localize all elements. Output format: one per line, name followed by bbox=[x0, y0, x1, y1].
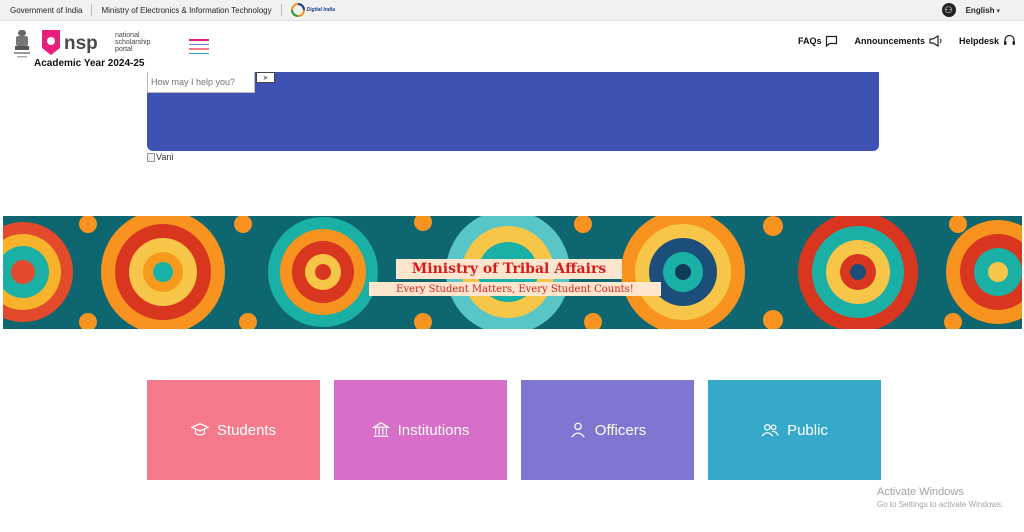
institutions-label: Institutions bbox=[397, 421, 470, 439]
users-icon bbox=[761, 423, 779, 437]
mandala-6 bbox=[798, 216, 918, 329]
watermark-line-2: Go to Settings to activate Windows. bbox=[877, 500, 1004, 509]
faqs-label: FAQs bbox=[797, 35, 822, 46]
digital-india-label: Digital India bbox=[306, 6, 335, 13]
site-header: nsp national scholarship portal Academic… bbox=[0, 22, 1024, 72]
activate-windows-watermark: Activate Windows Go to Settings to activ… bbox=[877, 486, 1003, 509]
svg-text:portal: portal bbox=[115, 46, 133, 53]
institutions-tile[interactable]: Institutions bbox=[334, 380, 507, 480]
send-icon: ➤ bbox=[262, 74, 269, 82]
send-button[interactable]: ➤ bbox=[256, 72, 275, 83]
digital-india-logo[interactable]: Digital India bbox=[290, 3, 335, 17]
mandala-2 bbox=[101, 216, 225, 329]
officers-label: Officers bbox=[594, 421, 647, 439]
hamburger-menu-icon[interactable] bbox=[189, 39, 209, 55]
chat-bubble-icon bbox=[826, 35, 838, 47]
helpdesk-label: Helpdesk bbox=[958, 35, 999, 46]
svg-text:national: national bbox=[115, 32, 140, 39]
divider bbox=[280, 4, 282, 16]
svg-text:nsp: nsp bbox=[64, 33, 98, 54]
headset-icon bbox=[1004, 34, 1015, 45]
students-tile[interactable]: Students bbox=[147, 380, 320, 480]
meity-link[interactable]: Ministry of Electronics & Information Te… bbox=[101, 6, 271, 15]
language-label: English bbox=[965, 5, 995, 15]
nsp-logo[interactable]: nsp national scholarship portal bbox=[40, 28, 160, 60]
faqs-link[interactable]: FAQs bbox=[798, 35, 839, 47]
mandala-5 bbox=[621, 216, 745, 329]
announcements-label: Announcements bbox=[854, 35, 925, 46]
students-label: Students bbox=[216, 421, 277, 439]
public-label: Public bbox=[787, 421, 828, 439]
public-tile[interactable]: Public bbox=[708, 380, 881, 480]
academic-year-label: Academic Year 2024-25 bbox=[34, 58, 145, 69]
digital-india-icon bbox=[290, 3, 305, 17]
officers-tile[interactable]: Officers bbox=[521, 380, 694, 480]
announcements-link[interactable]: Announcements bbox=[854, 34, 943, 47]
login-tiles: Students Institutions Officers Public bbox=[147, 380, 881, 480]
divider bbox=[91, 4, 93, 16]
watermark-line-1: Activate Windows bbox=[877, 486, 964, 498]
top-gov-bar: Government of India Ministry of Electron… bbox=[0, 0, 1024, 21]
vani-alt-text: Vani bbox=[156, 152, 174, 162]
vani-image: Vani bbox=[147, 152, 173, 162]
gov-of-india-link[interactable]: Government of India bbox=[10, 6, 82, 15]
institution-icon bbox=[371, 422, 390, 437]
topbar-right: ⚇ English ▾ bbox=[941, 3, 1000, 17]
mandala-3 bbox=[268, 217, 378, 327]
user-icon bbox=[570, 422, 585, 438]
header-nav: FAQs Announcements Helpdesk bbox=[798, 34, 1016, 47]
broken-image-icon bbox=[147, 152, 155, 162]
chevron-down-icon: ▾ bbox=[996, 7, 1000, 15]
helpdesk-link[interactable]: Helpdesk bbox=[959, 34, 1016, 47]
accessibility-icon[interactable]: ⚇ bbox=[941, 3, 956, 17]
chatbot-panel bbox=[147, 72, 879, 151]
language-select[interactable]: English ▾ bbox=[966, 6, 1000, 15]
graduation-cap-icon bbox=[190, 423, 209, 436]
banner-subtitle: Every Student Matters, Every Student Cou… bbox=[369, 282, 661, 296]
national-emblem-icon bbox=[14, 30, 30, 58]
svg-text:scholarship: scholarship bbox=[115, 39, 151, 46]
ministry-banner[interactable]: Ministry of Tribal Affairs Every Student… bbox=[3, 216, 1022, 329]
chatbot-input[interactable] bbox=[147, 72, 255, 93]
banner-title: Ministry of Tribal Affairs bbox=[396, 259, 622, 279]
megaphone-icon bbox=[929, 34, 942, 47]
